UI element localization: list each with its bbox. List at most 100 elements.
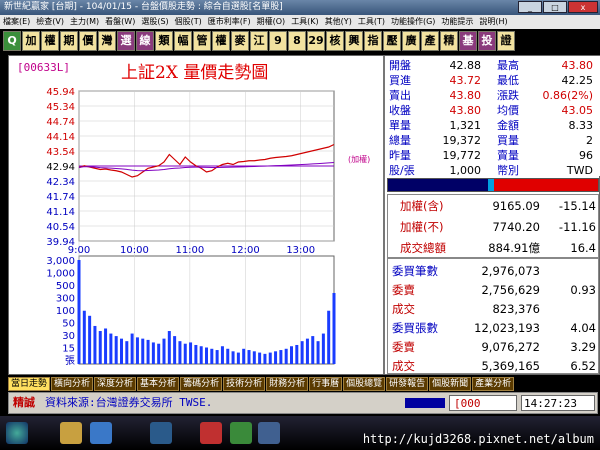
price-tick-label: 44.14 [46, 132, 75, 143]
menu-item[interactable]: 期權(O) [254, 17, 289, 26]
toolbar-button[interactable]: 產 [421, 31, 439, 51]
analysis-tab[interactable]: 技術分析 [223, 377, 266, 391]
order-label: 成交 [392, 359, 415, 373]
menu-item[interactable]: 說明(H) [476, 17, 510, 26]
menu-item[interactable]: 功能提示 [438, 17, 476, 26]
order-label: 委賣 [392, 283, 415, 297]
analysis-tab[interactable]: 當日走勢 [8, 377, 51, 391]
folder-icon[interactable] [60, 422, 82, 444]
menu-item[interactable]: 看盤(W) [102, 17, 138, 26]
volume-tick-label: 3,000 [46, 256, 75, 267]
toolbar-button[interactable]: 指 [364, 31, 382, 51]
maximize-button[interactable]: □ [543, 1, 567, 13]
toolbar-button[interactable]: 選 [117, 31, 135, 51]
app3-icon[interactable] [258, 422, 280, 444]
toolbar-button[interactable]: 廣 [402, 31, 420, 51]
toolbar-button[interactable]: 麥 [231, 31, 249, 51]
toolbar-button[interactable]: 權 [212, 31, 230, 51]
volume-bar [316, 341, 320, 364]
menu-item[interactable]: 個股(T) [172, 17, 205, 26]
status-label: 精誠 [13, 396, 35, 409]
price-tick-label: 45.94 [46, 87, 75, 98]
analysis-tab[interactable]: 橫向分析 [51, 377, 94, 391]
analysis-tab[interactable]: 籌碼分析 [180, 377, 223, 391]
toolbar-button[interactable]: 精 [440, 31, 458, 51]
status-field[interactable]: [000 [449, 395, 517, 411]
analysis-tab[interactable]: 基本分析 [137, 377, 180, 391]
menu-item[interactable]: 主力(M) [67, 17, 102, 26]
toolbar-button[interactable]: 投 [478, 31, 496, 51]
menu-item[interactable]: 檔案(E) [0, 17, 33, 26]
toolbar-button[interactable]: 期 [60, 31, 78, 51]
reference-label: (加權) [348, 154, 370, 164]
quote-value: 43.80 [449, 104, 482, 117]
toolbar-button[interactable]: 幅 [174, 31, 192, 51]
order-ratio: 6.52 [570, 359, 596, 373]
app-icon[interactable] [200, 422, 222, 444]
analysis-tab[interactable]: 個股新聞 [429, 377, 472, 391]
quote-value: 42.25 [561, 74, 594, 87]
toolbar-button[interactable]: 壓 [383, 31, 401, 51]
toolbar-button[interactable]: 興 [345, 31, 363, 51]
volume-bar [167, 331, 171, 364]
analysis-tab[interactable]: 財務分析 [266, 377, 309, 391]
analysis-tab[interactable]: 研發報告 [386, 377, 429, 391]
price-volume-chart[interactable]: 45.94 45.34 44.74 44.14 43.54 42.94 42.34 41.74… [9, 56, 385, 374]
bid-ask-bar [387, 178, 599, 192]
toolbar-button[interactable]: 基 [459, 31, 477, 51]
analysis-tab[interactable]: 個股總覽 [343, 377, 386, 391]
quote-label: 單量 [389, 119, 411, 132]
watermark: http://kujd3268.pixnet.net/album [362, 432, 594, 446]
menu-item[interactable]: 選股(S) [138, 17, 171, 26]
toolbar-button[interactable]: 灣 [98, 31, 116, 51]
menu-item[interactable]: 功能操作(G) [388, 17, 438, 26]
toolbar-button[interactable]: 8 [288, 31, 306, 51]
menu-item[interactable]: 工具(T) [355, 17, 388, 26]
index-row: 加權(不) 7740.20 -11.16 [388, 217, 600, 237]
ie-icon[interactable] [90, 422, 112, 444]
toolbar: Q 加權期價灣選線類幅管權麥江 9 8 29 核興指壓廣產精基投證 [0, 29, 600, 53]
menu-item[interactable]: 工具(K) [288, 17, 322, 26]
index-change: -15.14 [558, 199, 596, 213]
analysis-tab[interactable]: 行事曆 [309, 377, 343, 391]
bid-ask-divider [488, 179, 494, 191]
toolbar-button[interactable]: 價 [79, 31, 97, 51]
quote-value: 19,772 [442, 149, 482, 162]
media-icon[interactable] [150, 422, 172, 444]
volume-bar [215, 350, 219, 364]
quote-label: 均價 [497, 104, 519, 117]
toolbar-button[interactable]: 江 [250, 31, 268, 51]
volume-bar [82, 310, 86, 364]
volume-bar [88, 315, 92, 364]
index-label: 加權(含) [400, 199, 444, 213]
analysis-tab[interactable]: 深度分析 [94, 377, 137, 391]
index-change: -11.16 [558, 220, 596, 234]
volume-bar [263, 353, 267, 364]
minimize-button[interactable]: _ [518, 1, 542, 13]
volume-bar [151, 342, 155, 364]
volume-bar [135, 337, 139, 364]
close-button[interactable]: x [568, 1, 598, 13]
price-tick-label: 43.54 [46, 147, 75, 158]
menu-item[interactable]: 匯市利率(F) [205, 17, 254, 26]
volume-bar [284, 348, 288, 364]
start-button[interactable] [6, 422, 28, 444]
toolbar-button[interactable]: Q [3, 31, 21, 51]
analysis-tab[interactable]: 產業分析 [472, 377, 515, 391]
menu-item[interactable]: 檢查(V) [33, 17, 67, 26]
volume-bar [93, 325, 97, 364]
toolbar-button[interactable]: 核 [326, 31, 344, 51]
volume-bar [268, 352, 272, 364]
toolbar-button[interactable]: 加 [22, 31, 40, 51]
toolbar-button[interactable]: 證 [497, 31, 515, 51]
toolbar-button[interactable]: 29 [307, 31, 325, 51]
app2-icon[interactable] [230, 422, 252, 444]
toolbar-button[interactable]: 9 [269, 31, 287, 51]
menu-item[interactable]: 其他(Y) [322, 17, 355, 26]
toolbar-button[interactable]: 線 [136, 31, 154, 51]
toolbar-button[interactable]: 權 [41, 31, 59, 51]
toolbar-button[interactable]: 類 [155, 31, 173, 51]
volume-bar [141, 338, 145, 364]
status-indicator [405, 398, 445, 408]
toolbar-button[interactable]: 管 [193, 31, 211, 51]
